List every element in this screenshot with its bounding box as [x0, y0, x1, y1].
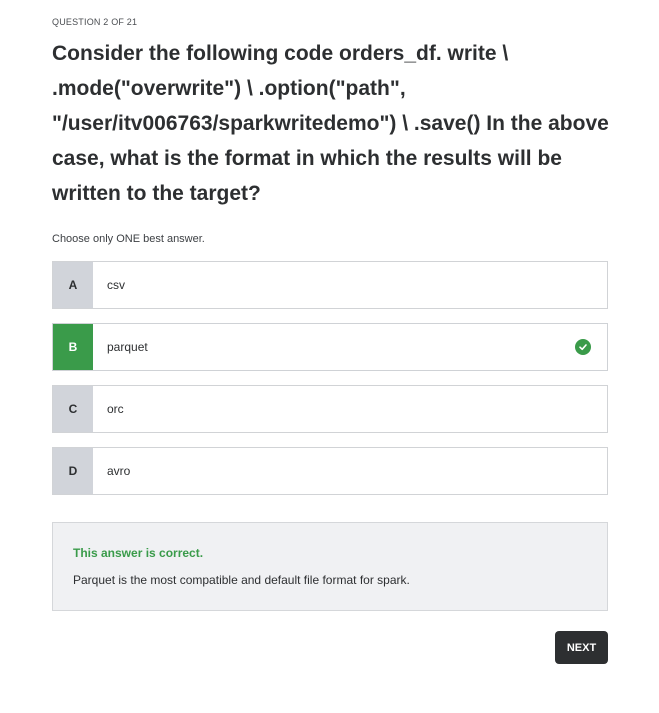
option-letter: A — [53, 262, 93, 308]
question-text: Consider the following code orders_df. w… — [52, 42, 609, 205]
option-label: orc — [107, 402, 124, 416]
feedback-title: This answer is correct. — [73, 546, 204, 560]
option-label: avro — [107, 464, 131, 478]
option-label: parquet — [107, 340, 148, 354]
option-d[interactable]: D avro — [52, 447, 608, 495]
option-letter: B — [53, 324, 93, 370]
answer-feedback-panel: This answer is correct. Parquet is the m… — [52, 522, 608, 611]
feedback-explanation: Parquet is the most compatible and defau… — [73, 573, 410, 587]
option-letter: D — [53, 448, 93, 494]
option-b[interactable]: B parquet — [52, 323, 608, 371]
next-button[interactable]: NEXT — [555, 631, 608, 664]
option-a[interactable]: A csv — [52, 261, 608, 309]
answer-instruction: Choose only ONE best answer. — [52, 233, 205, 245]
option-letter: C — [53, 386, 93, 432]
check-circle-icon — [575, 339, 591, 355]
option-label: csv — [107, 278, 125, 292]
question-counter: QUESTION 2 OF 21 — [52, 17, 138, 27]
option-c[interactable]: C orc — [52, 385, 608, 433]
